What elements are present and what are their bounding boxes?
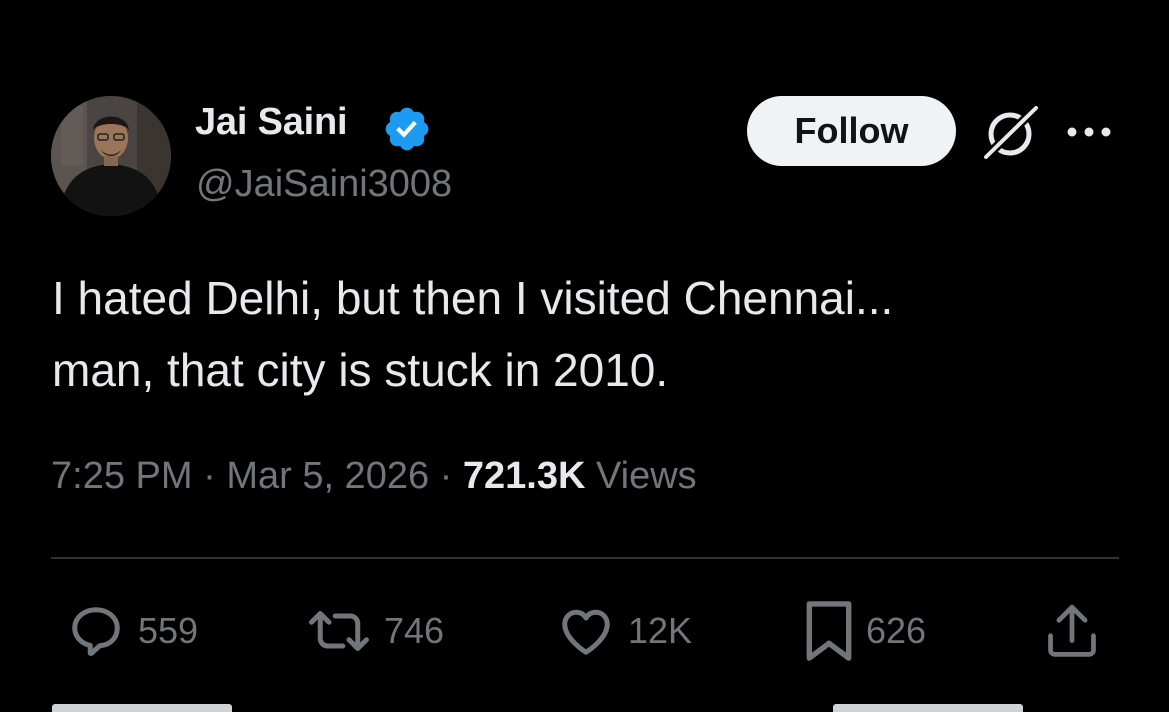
like-button[interactable]: 12K — [556, 598, 692, 664]
retweet-icon — [309, 611, 369, 651]
author-display-name[interactable]: Jai Saini — [195, 101, 348, 144]
tweet-text-line: I hated Delhi, but then I visited Chenna… — [52, 272, 894, 324]
tweet-meta: 7:25 PM · Mar 5, 2026 · 721.3K Views — [51, 455, 697, 498]
meta-separator: · — [203, 455, 216, 497]
cut-off-text — [52, 704, 232, 712]
tweet-text: I hated Delhi, but then I visited Chenna… — [52, 262, 1112, 406]
tweet-time[interactable]: 7:25 PM — [51, 455, 193, 497]
bookmark-icon — [806, 601, 852, 661]
meta-separator: · — [439, 455, 453, 497]
divider — [51, 557, 1119, 559]
tweet-text-line: man, that city is stuck in 2010. — [52, 344, 669, 396]
reply-icon — [72, 607, 120, 656]
heart-icon — [562, 609, 610, 655]
verified-badge-icon — [385, 107, 429, 151]
share-icon — [1048, 604, 1096, 657]
tweet-date[interactable]: Mar 5, 2026 — [226, 455, 429, 497]
bookmark-button[interactable]: 626 — [804, 598, 926, 664]
cut-off-text — [833, 704, 1023, 712]
author-handle[interactable]: @JaiSaini3008 — [196, 163, 452, 206]
views-count: 721.3K — [462, 455, 586, 497]
grok-icon[interactable] — [980, 104, 1040, 162]
retweet-button[interactable]: 746 — [306, 598, 444, 664]
avatar-photo — [51, 96, 171, 216]
bookmark-count: 626 — [866, 610, 927, 651]
tweet-card: Jai Saini @JaiSaini3008 Follow I hated D… — [0, 0, 1169, 712]
views-label: Views — [596, 455, 697, 497]
more-options-icon[interactable] — [1064, 118, 1114, 146]
retweet-count: 746 — [384, 610, 445, 651]
avatar[interactable] — [51, 96, 171, 216]
reply-button[interactable]: 559 — [66, 598, 198, 664]
follow-button[interactable]: Follow — [747, 96, 956, 166]
like-count: 12K — [628, 610, 693, 651]
share-button[interactable] — [1043, 598, 1101, 664]
reply-count: 559 — [138, 610, 199, 651]
